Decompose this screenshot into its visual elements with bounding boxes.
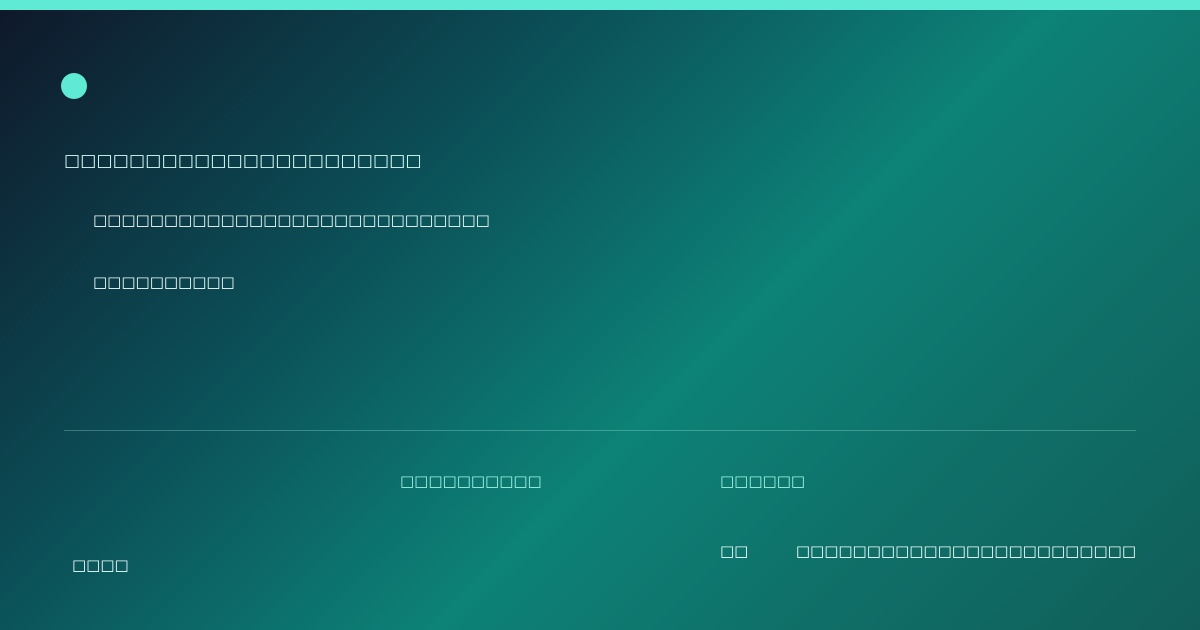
body-line-2: □□□□□□□□□□ (93, 273, 235, 291)
section-divider (64, 430, 1136, 431)
footer-mid-value: □□ (720, 542, 749, 560)
footer-left-value: □□□□ (72, 556, 129, 574)
brand-dot-icon (61, 73, 87, 99)
body-line-1: □□□□□□□□□□□□□□□□□□□□□□□□□□□□ (93, 211, 490, 229)
footer-label-2: □□□□□□ (720, 472, 806, 490)
page-title: □□□□□□□□□□□□□□□□□□□□□□ (64, 151, 422, 171)
accent-top-bar (0, 0, 1200, 10)
footer-right-value: □□□□□□□□□□□□□□□□□□□□□□□□ (795, 542, 1136, 560)
page: { "accent_color": "#5eead4", "background… (0, 0, 1200, 630)
footer-label-1: □□□□□□□□□□ (400, 472, 542, 490)
